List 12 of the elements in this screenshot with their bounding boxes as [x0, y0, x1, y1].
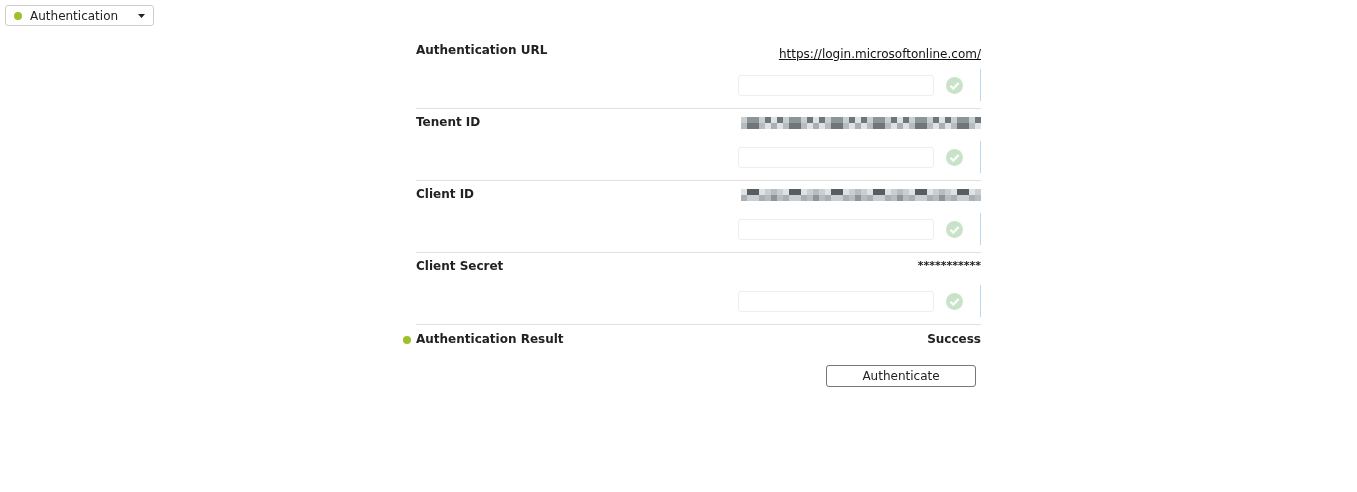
field-label: Client ID [416, 187, 475, 201]
field-label: Client Secret [416, 259, 504, 273]
field-value: *********** [917, 259, 981, 272]
field-label: Tenent ID [416, 115, 481, 129]
result-label: Authentication Result [416, 332, 564, 346]
authenticate-button[interactable]: Authenticate [826, 365, 976, 387]
dropdown-label: Authentication [30, 8, 120, 23]
caret-icon [138, 13, 145, 18]
section-dropdown[interactable]: Authentication [5, 5, 154, 26]
field-label: Authentication URL [416, 43, 548, 57]
result-value: Success [927, 332, 981, 346]
url-link[interactable]: https://login.microsoftonline.com/ [778, 47, 981, 61]
